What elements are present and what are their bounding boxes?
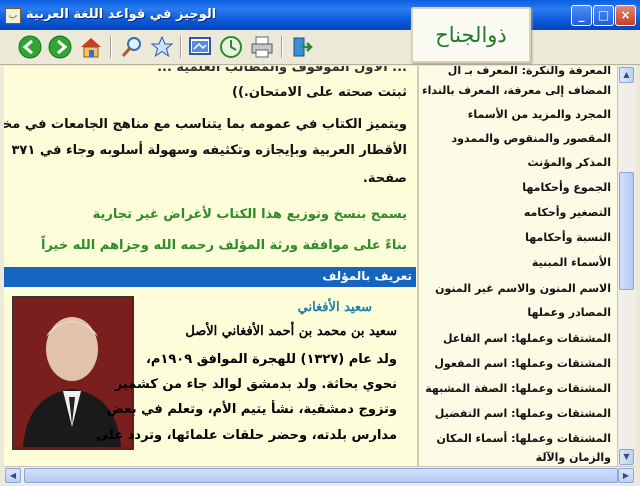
chapter-item[interactable]: المضاف إلى معرفة، المعرف بالنداء — [422, 84, 611, 97]
toolbar-separator — [180, 36, 182, 58]
back-icon — [18, 35, 42, 59]
horizontal-scroll-thumb[interactable] — [24, 468, 618, 483]
content-line: ويتميز الكتاب في عمومه بما يتناسب مع منا… — [4, 117, 407, 132]
search-button[interactable] — [120, 35, 144, 59]
chapter-item[interactable]: المشتقات وعملها: أسماء المكان — [437, 432, 611, 445]
title-bar[interactable]: ب الوجيز في قواعد اللغة العربية _ □ × — [0, 0, 640, 30]
chevron-left-icon: ◀ — [9, 471, 17, 480]
refresh-icon — [220, 36, 242, 58]
scroll-thumb[interactable] — [619, 172, 634, 290]
search-icon — [121, 37, 141, 57]
exit-button[interactable] — [290, 35, 314, 59]
home-icon — [81, 38, 101, 58]
author-bio: سعيد بن محمد بن أحمد الأفغاني الأصل ولد … — [4, 324, 417, 466]
bio-line: وتزوج دمشقية، نشأ يتيم الأم، وتعلم في بع… — [106, 402, 397, 417]
chapter-item[interactable]: النسبة وأحكامها — [525, 231, 611, 244]
copyright-notice: بناءً على موافقة ورثة المؤلف رحمه الله و… — [40, 238, 407, 253]
brand-label: ذوالجناح — [435, 23, 507, 47]
brand-badge: ذوالجناح — [411, 7, 531, 63]
chapter-item[interactable]: التصغير وأحكامه — [524, 206, 611, 219]
chapter-item[interactable]: المصادر وعملها — [527, 306, 611, 319]
back-button[interactable] — [18, 35, 42, 59]
chapter-item[interactable]: والزمان والآلة — [536, 451, 611, 464]
exit-icon — [293, 37, 313, 57]
favorites-icon — [150, 35, 174, 58]
chapter-item[interactable]: المجرد والمزيد من الأسماء — [468, 108, 611, 121]
scroll-down-button[interactable]: ▼ — [619, 449, 634, 465]
toolbar-separator — [281, 36, 283, 58]
copyright-notice: يسمح بنسخ وتوزيع هذا الكتاب لأغراض غير ت… — [92, 207, 407, 222]
print-button[interactable] — [250, 35, 274, 59]
favorites-button[interactable] — [150, 35, 174, 59]
scroll-left-button[interactable]: ◀ — [5, 468, 21, 483]
chapter-item[interactable]: الجموع وأحكامها — [522, 181, 611, 194]
author-name: سعيد الأفغاني — [297, 300, 372, 315]
toolbar-separator — [110, 36, 112, 58]
section-header: تعريف بالمؤلف — [4, 267, 416, 287]
forward-icon — [48, 35, 72, 59]
chevron-down-icon: ▼ — [623, 452, 630, 461]
scroll-right-button[interactable]: ▶ — [618, 468, 634, 483]
chapter-list[interactable]: المعرفة والنكرة: المعرف بـ أل المضاف إلى… — [419, 66, 617, 466]
bio-line: نحوي بحاثة. ولد بدمشق لوالد جاء من كشمير — [114, 377, 397, 392]
content-line: ... الأول الموقوف والمطالب العلمية ... — [157, 66, 407, 75]
minimize-button[interactable]: _ — [571, 5, 592, 26]
chevron-right-icon: ▶ — [622, 471, 630, 480]
print-icon — [251, 36, 273, 58]
toolbar — [0, 30, 640, 65]
book-icon: ب — [5, 8, 21, 24]
bio-line: سعيد بن محمد بن أحمد الأفغاني الأصل — [185, 324, 397, 339]
chevron-up-icon: ▲ — [623, 70, 630, 79]
chapter-item[interactable]: المشتقات وعملها: اسم التفضيل — [435, 407, 611, 420]
content-line: صفحة. — [362, 171, 407, 186]
chapter-item[interactable]: المشتقات وعملها: اسم الفاعل — [443, 332, 611, 345]
display-icon — [189, 37, 211, 55]
window-title: الوجيز في قواعد اللغة العربية — [26, 7, 217, 22]
content-line: الأقطار العربية وبإيجازه وتكثيفه وسهولة … — [11, 143, 407, 158]
scroll-up-button[interactable]: ▲ — [619, 67, 634, 83]
chapter-item[interactable]: المقصور والمنقوص والممدود — [452, 132, 611, 145]
close-button[interactable]: × — [615, 5, 636, 26]
maximize-button[interactable]: □ — [593, 5, 614, 26]
bio-line: ولد عام (١٣٢٧) للهجرة الموافق ١٩٠٩م، — [145, 352, 397, 367]
vertical-scrollbar[interactable]: ▲ ▼ — [617, 66, 636, 466]
chapter-item[interactable]: المذكر والمؤنث — [528, 156, 611, 169]
chapter-item[interactable]: الاسم المنون والاسم غير المنون — [435, 282, 611, 295]
chapter-item[interactable]: المشتقات وعملها: اسم المفعول — [434, 357, 611, 370]
display-button[interactable] — [188, 35, 212, 59]
chapter-item[interactable]: المعرفة والنكرة: المعرف بـ أل — [448, 66, 611, 77]
horizontal-scrollbar[interactable]: ◀ ▶ — [4, 466, 635, 484]
chapter-item[interactable]: الأسماء المبنية — [532, 256, 611, 269]
bio-line: مدارس بلدته، وحضر حلقات علمائها، وتردد ع… — [95, 428, 397, 443]
forward-button[interactable] — [48, 35, 72, 59]
refresh-button[interactable] — [219, 35, 243, 59]
home-button[interactable] — [79, 35, 103, 59]
content-line: ثبتت صحته على الامتحان.)) — [232, 85, 407, 100]
section-title: تعريف بالمؤلف — [322, 269, 412, 283]
chapter-item[interactable]: المشتقات وعملها: الصفة المشبهة — [425, 382, 611, 395]
